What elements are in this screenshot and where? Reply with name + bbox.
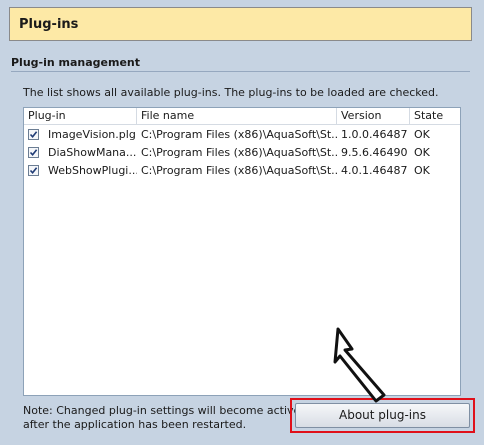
- note-line-2: after the application has been restarted…: [23, 418, 247, 431]
- list-column-header: Plug-in File name Version State: [24, 108, 460, 125]
- plugin-checkbox[interactable]: [28, 129, 39, 140]
- panel-title: Plug-ins: [19, 17, 79, 32]
- plugin-file: C:\Program Files (x86)\AquaSoft\St...: [141, 146, 337, 159]
- restart-note: Note: Changed plug-in settings will beco…: [23, 404, 327, 432]
- plugin-state: OK: [414, 146, 430, 159]
- plugin-version: 4.0.1.46487: [341, 164, 408, 177]
- plugin-file: C:\Program Files (x86)\AquaSoft\St...: [141, 128, 337, 141]
- checkmark-icon: [29, 131, 38, 139]
- table-row[interactable]: ImageVision.plg C:\Program Files (x86)\A…: [24, 126, 460, 144]
- checkmark-icon: [29, 149, 38, 157]
- table-row[interactable]: WebShowPlugi... C:\Program Files (x86)\A…: [24, 162, 460, 180]
- plugin-name: ImageVision.plg: [48, 128, 136, 141]
- plugin-checkbox[interactable]: [28, 147, 39, 158]
- section-description: The list shows all available plug-ins. T…: [23, 86, 439, 99]
- panel-header: Plug-ins: [9, 7, 472, 41]
- plugin-checkbox[interactable]: [28, 165, 39, 176]
- plugin-file: C:\Program Files (x86)\AquaSoft\St...: [141, 164, 337, 177]
- about-plugins-button[interactable]: About plug-ins: [295, 403, 470, 428]
- checkmark-icon: [29, 167, 38, 175]
- column-header-plugin[interactable]: Plug-in: [24, 108, 137, 124]
- plugin-state: OK: [414, 128, 430, 141]
- plugin-version: 1.0.0.46487: [341, 128, 408, 141]
- section-divider: [11, 71, 470, 72]
- plugin-state: OK: [414, 164, 430, 177]
- plugin-name: WebShowPlugi...: [48, 164, 137, 177]
- column-header-version[interactable]: Version: [337, 108, 410, 124]
- plugin-version: 9.5.6.46490: [341, 146, 408, 159]
- note-line-1: Note: Changed plug-in settings will beco…: [23, 404, 328, 417]
- plugin-name: DiaShowMana...: [48, 146, 137, 159]
- section-title: Plug-in management: [11, 56, 141, 69]
- column-header-state[interactable]: State: [410, 108, 460, 124]
- column-header-file-name[interactable]: File name: [137, 108, 337, 124]
- arrow-cursor-icon: [333, 327, 386, 403]
- table-row[interactable]: DiaShowMana... C:\Program Files (x86)\Aq…: [24, 144, 460, 162]
